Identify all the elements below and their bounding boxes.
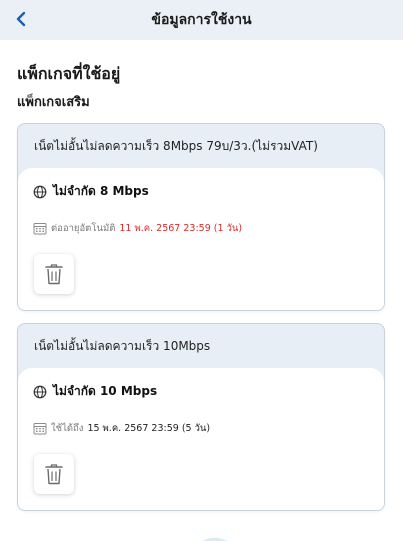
back-button[interactable]	[10, 8, 32, 30]
delete-button[interactable]	[34, 254, 74, 294]
package-body: ไม่จำกัด 10 Mbps ใช้ได้ถึง 15 พ.ค. 2567 …	[18, 368, 384, 510]
speed-label: ไม่จำกัด 10 Mbps	[53, 384, 158, 398]
section-title: แพ็กเกจที่ใช้อยู่	[17, 64, 121, 83]
app-header: ข้อมูลการใช้งาน	[0, 0, 403, 40]
globe-icon	[33, 385, 47, 398]
trash-icon	[45, 264, 63, 285]
package-name: เน็ตไม่อั้นไม่ลดความเร็ว 8Mbps 79บ/3ว.(ไ…	[34, 138, 318, 153]
delete-button[interactable]	[34, 454, 74, 494]
package-body: ไม่จำกัด 8 Mbps ต่ออายุอัตโนมัติ 11 พ.ค.…	[18, 168, 384, 310]
calendar-icon	[33, 423, 47, 435]
decorative-shape	[202, 537, 229, 541]
speed-row: ไม่จำกัด 8 Mbps	[33, 182, 149, 201]
date-value: 11 พ.ค. 2567 23:59 (1 วัน)	[119, 223, 243, 234]
date-row: ใช้ได้ถึง 15 พ.ค. 2567 23:59 (5 วัน)	[33, 421, 210, 436]
date-prefix: ต่ออายุอัตโนมัติ	[51, 223, 116, 234]
section-subtitle: แพ็กเกจเสริม	[17, 95, 90, 110]
date-value: 15 พ.ค. 2567 23:59 (5 วัน)	[87, 423, 211, 434]
page-title: ข้อมูลการใช้งาน	[151, 12, 252, 28]
globe-icon	[33, 185, 47, 198]
package-card: เน็ตไม่อั้นไม่ลดความเร็ว 10Mbps ไม่จำกัด…	[17, 323, 385, 511]
speed-row: ไม่จำกัด 10 Mbps	[33, 382, 157, 401]
speed-label: ไม่จำกัด 8 Mbps	[53, 184, 149, 198]
date-prefix: ใช้ได้ถึง	[51, 423, 84, 434]
trash-icon	[45, 464, 63, 485]
calendar-icon	[33, 223, 47, 235]
chevron-left-icon	[16, 11, 26, 27]
package-name: เน็ตไม่อั้นไม่ลดความเร็ว 10Mbps	[34, 338, 211, 353]
package-card: เน็ตไม่อั้นไม่ลดความเร็ว 8Mbps 79บ/3ว.(ไ…	[17, 123, 385, 311]
date-row: ต่ออายุอัตโนมัติ 11 พ.ค. 2567 23:59 (1 ว…	[33, 221, 242, 236]
